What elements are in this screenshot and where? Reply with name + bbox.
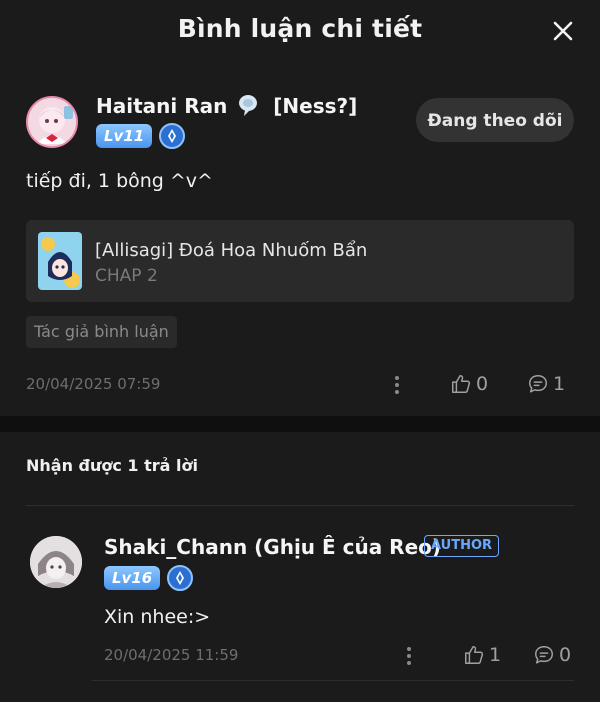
reply-divider — [92, 680, 574, 681]
gem-icon — [159, 123, 185, 149]
like-count: 0 — [476, 373, 489, 395]
like-button[interactable]: 0 — [450, 372, 488, 396]
thumbs-up-icon — [465, 646, 484, 664]
reply-level-badge: Lv16 — [104, 566, 161, 590]
chapter-number: CHAP 2 — [95, 266, 158, 286]
comment-text: tiếp đi, 1 bông ^v^ — [26, 170, 213, 192]
reply-like-button[interactable]: 1 — [463, 643, 501, 667]
chapter-link-card[interactable]: [Allisagi] Đoá Hoa Nhuốm Bẩn CHAP 2 — [26, 220, 574, 302]
thumbs-up-icon — [452, 375, 471, 393]
page-title: Bình luận chi tiết — [177, 14, 423, 43]
level-badge: Lv11 — [96, 124, 153, 148]
comment-icon — [529, 375, 547, 393]
replies-heading: Nhận được 1 trả lời — [26, 456, 198, 475]
following-button[interactable]: Đang theo dõi — [416, 98, 574, 142]
reply-reply-count: 0 — [559, 644, 572, 666]
reply-avatar[interactable] — [30, 536, 82, 588]
avatar[interactable] — [26, 96, 78, 148]
author-badge: AUTHOR — [424, 535, 500, 557]
divider — [26, 505, 574, 506]
reply-like-count: 1 — [489, 644, 502, 666]
more-options-icon[interactable] — [393, 374, 401, 396]
user-name-text: Haitani Ran — [96, 94, 228, 118]
reply-button[interactable]: 1 — [527, 372, 565, 396]
comment-timestamp: 20/04/2025 07:59 — [26, 375, 161, 393]
comment-icon — [535, 646, 553, 664]
close-icon[interactable] — [550, 18, 576, 44]
comment-user-name[interactable]: Haitani Ran [Ness?] — [96, 93, 357, 118]
modal-header: Bình luận chi tiết — [0, 0, 600, 62]
reply-reply-button[interactable]: 0 — [533, 643, 571, 667]
reply-gem-icon — [167, 565, 193, 591]
reply-count: 1 — [553, 373, 566, 395]
user-tag: [Ness?] — [273, 94, 358, 118]
reply-timestamp: 20/04/2025 11:59 — [104, 646, 239, 664]
chapter-title: [Allisagi] Đoá Hoa Nhuốm Bẩn — [95, 240, 368, 261]
reply-user-name[interactable]: Shaki_Chann (Ghịu Ê của Reo) — [104, 535, 441, 559]
author-comment-tag: Tác giả bình luận — [26, 316, 177, 348]
chat-bubble-emoji-icon — [239, 95, 258, 116]
reply-more-options-icon[interactable] — [405, 645, 413, 667]
chapter-thumbnail — [38, 232, 82, 290]
reply-text: Xin nhee:> — [104, 606, 211, 628]
reply-avatar-image — [30, 536, 82, 588]
section-divider — [0, 416, 600, 432]
